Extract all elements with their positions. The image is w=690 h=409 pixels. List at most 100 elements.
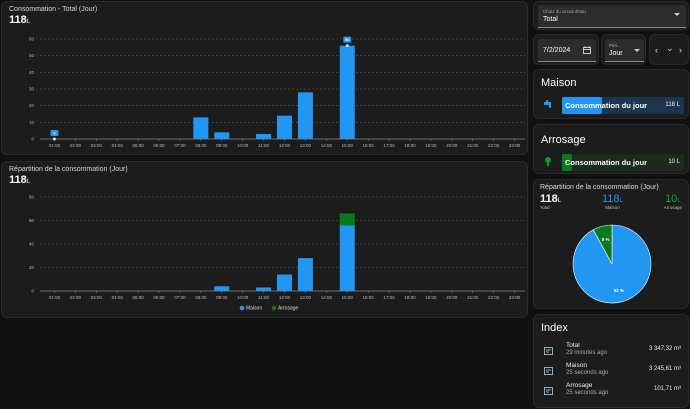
maison-bar-label: Consommation du jour	[565, 101, 648, 110]
y-tick-label: 0	[31, 137, 34, 142]
chevron-left-icon[interactable]: ‹	[655, 45, 658, 55]
x-tick-label: 09:00	[216, 143, 228, 148]
period-select-label: Péri...	[609, 43, 621, 48]
x-tick-label: 19:00	[425, 295, 437, 300]
index-row-arrosage[interactable]: Arrosage 25 seconds ago 101,71 m³	[541, 381, 681, 401]
index-row-name: Maison	[566, 362, 587, 369]
bar-15:00	[339, 213, 355, 226]
x-tick-label: 16:00	[363, 143, 375, 148]
circuit-select[interactable]: Choix du circuit d'eau Total	[538, 5, 686, 28]
data-label: 56	[345, 37, 350, 42]
x-tick-label: 09:00	[216, 295, 228, 300]
chevron-down-icon	[674, 13, 680, 16]
x-tick-label: 03:00	[91, 143, 103, 148]
x-tick-label: 23:00	[509, 295, 521, 300]
calendar-icon[interactable]	[583, 46, 591, 54]
x-tick-label: 18:00	[404, 143, 416, 148]
x-tick-label: 17:00	[383, 295, 395, 300]
legend-label-arrosage: Arrosage	[278, 306, 299, 312]
period-card: Péri... Jour	[601, 34, 646, 65]
index-row-time: 25 seconds ago	[566, 370, 609, 376]
x-tick-label: 17:00	[383, 143, 395, 148]
x-tick-label: 20:00	[446, 143, 458, 148]
meter-icon	[544, 367, 553, 375]
x-tick-label: 01:00	[49, 295, 61, 300]
bar-09:00	[214, 286, 230, 291]
faucet-icon	[544, 100, 551, 108]
meter-icon	[544, 347, 553, 355]
legend-marker-maison	[239, 305, 245, 311]
y-tick-label: 10	[29, 120, 35, 125]
maison-card: Maison Consommation du jour 118 L	[533, 69, 689, 119]
bar-11:00	[256, 287, 272, 291]
x-tick-label: 05:00	[132, 295, 144, 300]
x-tick-label: 19:00	[425, 143, 437, 148]
index-row-total[interactable]: Total 29 minutes ago 3 347,32 m³	[541, 341, 681, 361]
sprinkler-icon	[545, 157, 551, 166]
x-tick-label: 06:00	[153, 143, 165, 148]
x-tick-label: 04:00	[112, 295, 124, 300]
nav-card: ‹ ⌄ ›	[649, 34, 689, 65]
x-tick-label: 06:00	[153, 295, 165, 300]
x-tick-label: 15:00	[342, 295, 354, 300]
x-tick-label: 21:00	[467, 295, 479, 300]
x-tick-label: 05:00	[132, 143, 144, 148]
repartition-pie-card: Répartition de la consommation (Jour) 11…	[533, 179, 689, 309]
circuit-card: Choix du circuit d'eau Total	[533, 1, 689, 30]
index-row-value: 3 347,32 m³	[648, 346, 681, 352]
y-tick-label: 0	[31, 289, 34, 294]
x-tick-label: 22:00	[488, 295, 500, 300]
x-tick-label: 13:00	[300, 295, 312, 300]
x-tick-label: 18:00	[404, 295, 416, 300]
arrosage-title: Arrosage	[541, 134, 586, 146]
chevron-down-icon[interactable]: ⌄	[666, 43, 674, 54]
y-tick-label: 80	[29, 195, 35, 200]
index-row-maison[interactable]: Maison 25 seconds ago 3 245,61 m³	[541, 361, 681, 381]
bar-12:00	[277, 115, 292, 139]
maison-title: Maison	[541, 77, 577, 89]
bar-09:00	[214, 132, 230, 139]
arrosage-card: Arrosage Consommation du jour 10 L	[533, 124, 689, 174]
repartition-chart-card: Répartition de la consommation (Jour) 11…	[1, 161, 528, 318]
x-tick-label: 07:00	[174, 295, 186, 300]
legend-label-maison: Maison	[246, 306, 262, 312]
y-tick-label: 60	[29, 218, 35, 223]
x-tick-label: 14:00	[321, 143, 333, 148]
bar-08:00	[193, 117, 209, 139]
chevron-right-icon[interactable]: ›	[679, 45, 682, 55]
meter-icon	[544, 387, 553, 395]
period-select[interactable]: Péri... Jour	[605, 39, 644, 62]
bar-12:00	[277, 274, 292, 291]
x-tick-label: 08:00	[195, 295, 207, 300]
pie-label: 8 %	[602, 237, 610, 242]
x-tick-label: 12:00	[279, 295, 291, 300]
x-tick-label: 21:00	[467, 143, 479, 148]
x-tick-label: 16:00	[363, 295, 375, 300]
bar-11:00	[256, 134, 272, 139]
index-row-time: 25 seconds ago	[566, 390, 609, 396]
bar-15:00	[339, 225, 355, 291]
total-consumption-chart: 0 10 20 30 40 50 60 01:00 02:00 03:00 04:00 05:00 06…	[29, 37, 525, 148]
x-tick-label: 20:00	[446, 295, 458, 300]
x-tick-label: 01:00	[49, 143, 61, 148]
data-point	[52, 137, 56, 141]
y-tick-label: 60	[29, 37, 35, 42]
date-picker[interactable]: 7/2/2024	[538, 39, 596, 62]
index-row-value: 101,71 m³	[653, 386, 681, 392]
repartition-pie-chart: 92 % 8 %	[572, 224, 652, 304]
bar-13:00	[297, 92, 313, 139]
y-tick-label: 20	[29, 103, 35, 108]
date-card: 7/2/2024	[533, 34, 599, 65]
arrosage-consumption-bar: Consommation du jour 10 L	[562, 154, 684, 171]
index-card: Index Total 29 minutes ago 3 347,32 m³ Mais…	[533, 314, 689, 408]
x-tick-label: 11:00	[258, 143, 269, 148]
y-tick-label: 40	[29, 242, 35, 247]
bar-13:00	[297, 258, 313, 291]
arrosage-bar-label: Consommation du jour	[565, 158, 648, 167]
arrosage-bar-value: 10 L	[668, 159, 680, 165]
y-tick-label: 50	[29, 53, 35, 58]
legend-marker-arrosage	[271, 305, 277, 311]
period-select-value: Jour	[609, 50, 623, 57]
maison-consumption-bar: Consommation du jour 118 L	[562, 97, 684, 114]
x-tick-label: 10:00	[237, 295, 249, 300]
